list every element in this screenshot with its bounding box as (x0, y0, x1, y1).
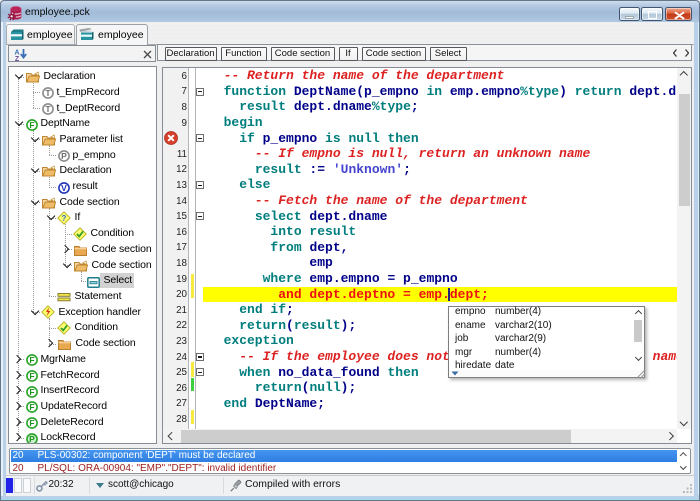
svg-text:P: P (61, 151, 67, 161)
svg-text:Z: Z (14, 56, 19, 61)
svg-text:T: T (45, 104, 51, 114)
svg-text:?: ? (62, 214, 67, 223)
svg-text:F: F (29, 355, 34, 365)
svg-text:F: F (29, 402, 34, 412)
svg-text:P: P (29, 434, 35, 443)
svg-text:T: T (45, 88, 51, 98)
svg-text:F: F (29, 371, 34, 381)
svg-text:V: V (61, 183, 67, 193)
svg-text:F: F (29, 418, 34, 428)
svg-text:F: F (29, 120, 34, 130)
svg-text:F: F (29, 387, 34, 397)
